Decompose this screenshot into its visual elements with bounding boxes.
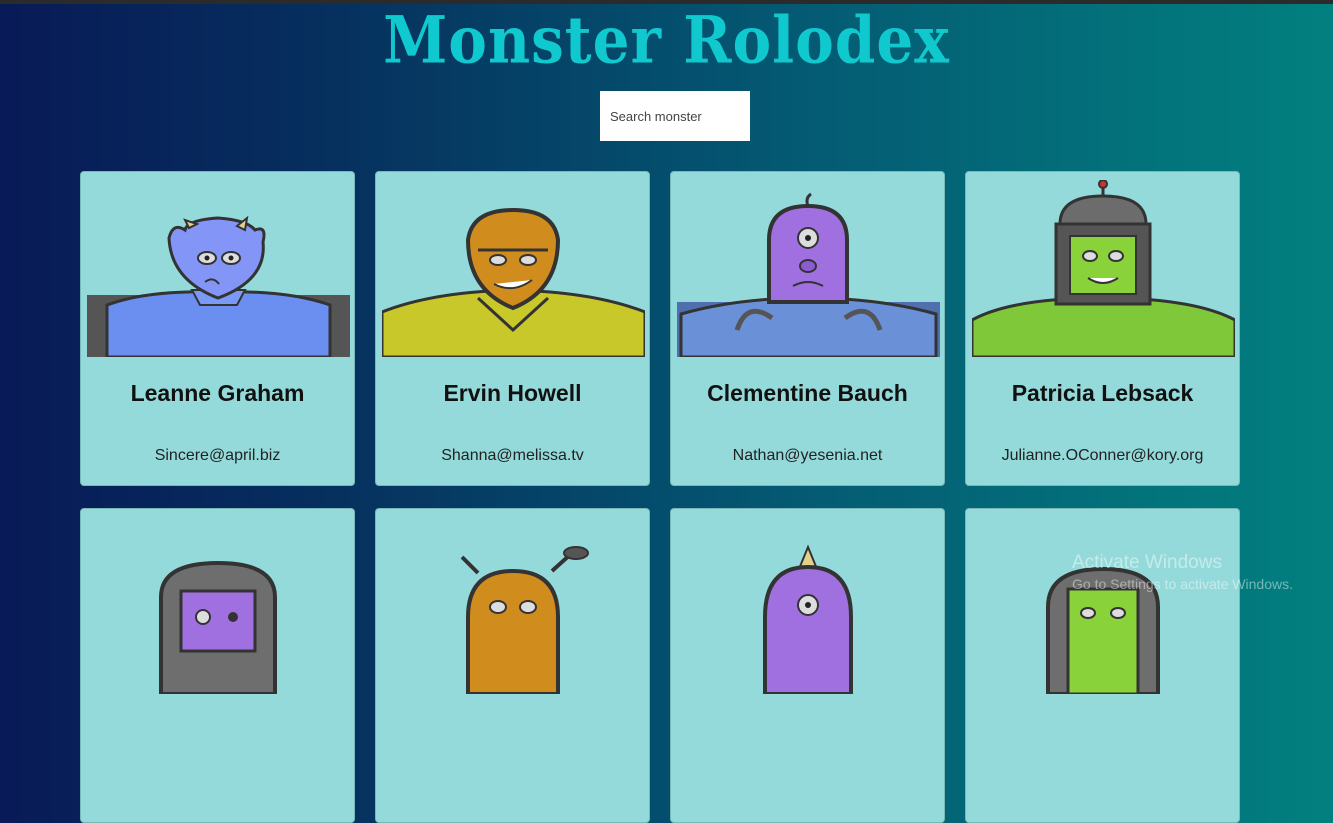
monster-card[interactable] <box>670 508 945 823</box>
watermark-subtitle: Go to Settings to activate Windows. <box>1072 576 1293 592</box>
monster-card-list: Leanne Graham Sincere@april.biz Ervin Ho… <box>80 171 1242 823</box>
search-input[interactable] <box>600 91 750 141</box>
monster-name: Ervin Howell <box>443 380 582 406</box>
monster-email: Shanna@melissa.tv <box>441 447 584 464</box>
app-title: Monster Rolodex <box>383 1 950 79</box>
monster-avatar <box>159 560 277 694</box>
monster-card[interactable] <box>375 508 650 823</box>
monster-avatar <box>382 207 645 357</box>
monster-email: Nathan@yesenia.net <box>732 447 883 464</box>
monster-card[interactable]: Patricia Lebsack Julianne.OConner@kory.o… <box>965 171 1240 486</box>
monster-email: Sincere@april.biz <box>154 447 281 464</box>
watermark-title: Activate Windows <box>1072 552 1222 573</box>
monster-avatar <box>677 192 940 357</box>
monster-name: Patricia Lebsack <box>1011 380 1194 406</box>
monster-name: Clementine Bauch <box>707 380 908 406</box>
monster-card[interactable]: Leanne Graham Sincere@april.biz <box>80 171 355 486</box>
monster-card[interactable] <box>80 508 355 823</box>
monster-avatar <box>763 544 853 694</box>
monster-card[interactable]: Ervin Howell Shanna@melissa.tv <box>375 171 650 486</box>
monster-card[interactable]: Clementine Bauch Nathan@yesenia.net <box>670 171 945 486</box>
monster-avatar <box>972 180 1235 357</box>
monster-email: Julianne.OConner@kory.org <box>1001 447 1204 464</box>
monster-name: Leanne Graham <box>130 380 305 406</box>
activate-windows-watermark: Activate Windows Go to Settings to activ… <box>1072 552 1293 592</box>
monster-avatar <box>460 546 589 694</box>
monster-avatar <box>87 215 350 357</box>
monster-avatar <box>1046 566 1160 694</box>
